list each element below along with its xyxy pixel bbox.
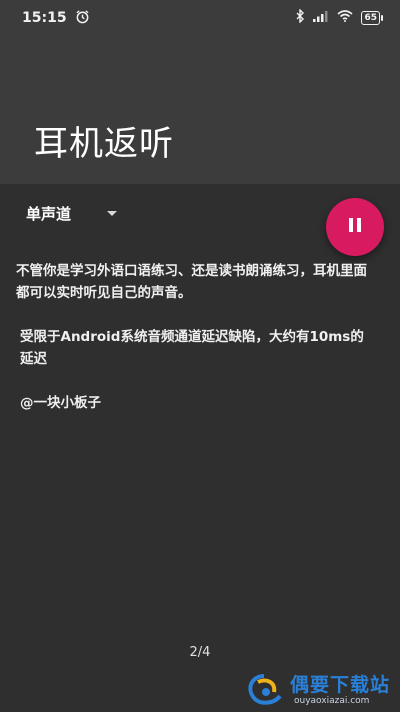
dropdown-arrow-icon: [107, 210, 118, 216]
channel-selected-value: 单声道: [26, 204, 72, 223]
site-watermark: 偶要下载站 ouyaoxiazai.com: [240, 668, 400, 710]
status-bar: 15:15 65: [0, 0, 400, 36]
watermark-url: ouyaoxiazai.com: [294, 696, 370, 706]
description-line-1: 不管你是学习外语口语练习、还是读书朗诵练习，耳机里面都可以实时听见自己的声音。: [16, 263, 367, 301]
signal-icon: [313, 10, 329, 26]
alarm-icon: [75, 9, 90, 28]
status-left: 15:15: [22, 9, 90, 28]
status-time: 15:15: [22, 10, 67, 26]
pause-button[interactable]: [326, 198, 384, 256]
author-credit: @一块小板子: [20, 395, 101, 411]
battery-level: 65: [364, 13, 377, 23]
app-header: 15:15 65 耳机返听: [0, 0, 400, 184]
battery-icon: 65: [361, 11, 383, 25]
pause-icon: [347, 217, 363, 237]
description-text: 不管你是学习外语口语练习、还是读书朗诵练习，耳机里面都可以实时听见自己的声音。 …: [16, 260, 376, 414]
watermark-logo-icon: [244, 672, 286, 712]
watermark-brand: 偶要下载站: [290, 674, 391, 696]
channel-dropdown[interactable]: 单声道: [26, 200, 118, 226]
wifi-icon: [337, 10, 353, 26]
bluetooth-icon: [295, 8, 305, 27]
status-right: 65: [295, 8, 383, 27]
page-title: 耳机返听: [34, 124, 174, 164]
page-indicator: 2/4: [189, 645, 211, 660]
description-line-2: 受限于Android系统音频通道延迟缺陷，大约有10ms的延迟: [20, 329, 364, 367]
